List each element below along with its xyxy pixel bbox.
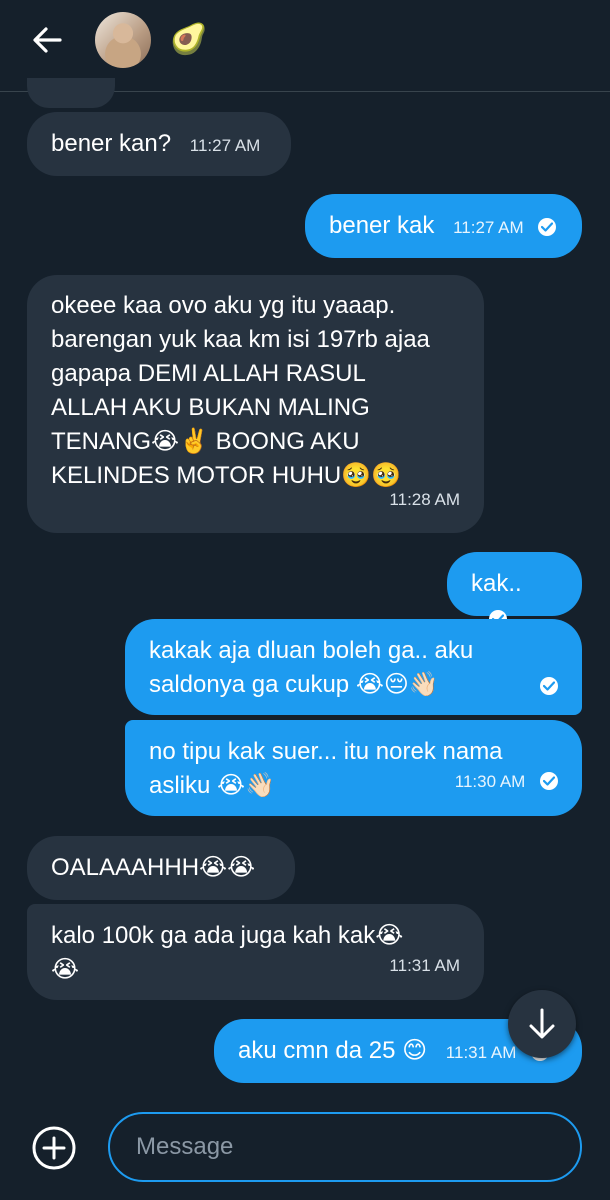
add-attachment-button[interactable] bbox=[30, 1124, 78, 1172]
message-bubble-outgoing[interactable]: no tipu kak suer... itu norek nama aslik… bbox=[125, 720, 582, 816]
message-bubble-outgoing[interactable]: kakak aja dluan boleh ga.. aku saldonya … bbox=[125, 619, 582, 715]
plus-circle-icon bbox=[32, 1126, 76, 1170]
back-button[interactable] bbox=[26, 20, 70, 60]
message-text: aku cmn da 25 😊 bbox=[238, 1037, 428, 1064]
message-bubble-incoming[interactable]: kalo 100k ga ada juga kah kak😭 😭 11:31 A… bbox=[27, 904, 484, 1000]
message-text: okeee kaa ovo aku yg itu yaaap. barengan… bbox=[51, 292, 430, 489]
message-text: kak.. bbox=[471, 570, 522, 597]
message-text: OALAAAHHH😭😭 bbox=[51, 854, 256, 881]
message-time: 11:27 AM bbox=[453, 218, 524, 237]
message-bubble-incoming[interactable]: OALAAAHHH😭😭 bbox=[27, 836, 295, 900]
message-bubble-outgoing[interactable]: bener kak 11:27 AM bbox=[305, 194, 582, 258]
message-input-placeholder: Message bbox=[136, 1133, 234, 1160]
message-bubble-incoming[interactable]: bener kan? 11:27 AM bbox=[27, 112, 291, 176]
message-time: 11:30 AM bbox=[454, 772, 526, 791]
read-check-icon bbox=[540, 772, 558, 790]
message-meta: 11:30 AM bbox=[455, 763, 558, 799]
message-time: 11:28 AM bbox=[389, 490, 460, 509]
arrow-left-icon bbox=[33, 27, 62, 53]
message-time: 11:31 AM bbox=[389, 956, 460, 975]
message-bubble-outgoing[interactable]: kak.. bbox=[447, 552, 582, 628]
avatar[interactable] bbox=[95, 12, 151, 68]
message-text: bener kak bbox=[329, 212, 435, 239]
contact-name[interactable]: 🥑 bbox=[170, 22, 207, 58]
message-time: 11:27 AM bbox=[189, 136, 261, 155]
read-check-icon bbox=[538, 218, 557, 236]
scroll-to-bottom-button[interactable] bbox=[508, 990, 576, 1058]
message-bubble-partial bbox=[27, 78, 115, 108]
message-text: bener kan? bbox=[51, 130, 172, 157]
message-bubble-incoming[interactable]: okeee kaa ovo aku yg itu yaaap. barengan… bbox=[27, 275, 484, 533]
message-text: kakak aja dluan boleh ga.. aku saldonya … bbox=[149, 637, 474, 698]
arrow-down-icon bbox=[529, 1008, 555, 1039]
message-time: 11:31 AM bbox=[445, 1043, 517, 1062]
read-check-icon bbox=[540, 677, 558, 695]
